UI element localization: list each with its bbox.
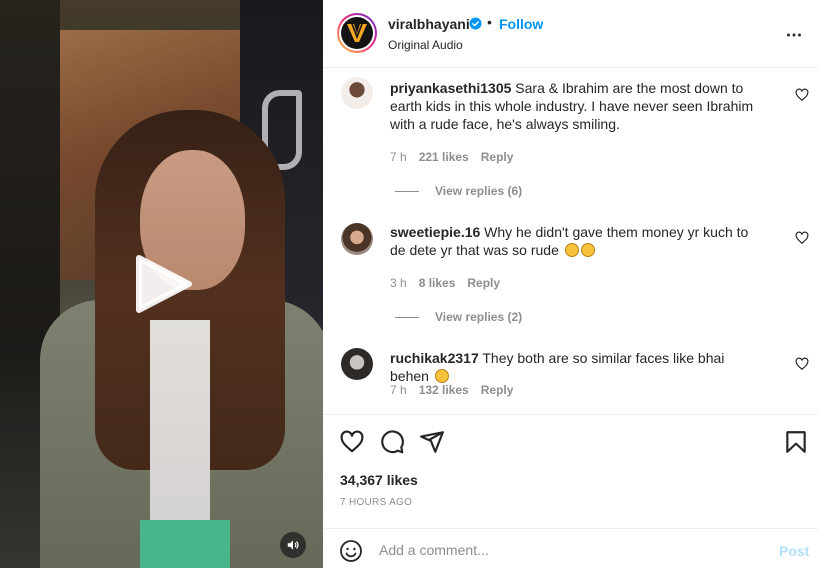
emoji-picker-icon[interactable] (339, 539, 363, 563)
comment-likes[interactable]: 132 likes (419, 383, 469, 397)
likes-count[interactable]: 34,367 likes (340, 472, 418, 488)
audio-toggle-button[interactable] (280, 532, 306, 558)
replies-divider (395, 190, 419, 192)
comment-body: sweetiepie.16 Why he didn't gave them mo… (390, 223, 765, 259)
verified-badge-icon (469, 17, 482, 30)
persevering-face-icon (580, 243, 595, 257)
replies-divider (395, 316, 419, 318)
post-header: viralbhayani • Follow Original Audio (323, 0, 818, 68)
comment-body: priyankasethi1305 Sara & Ibrahim are the… (390, 79, 765, 133)
post-comment-button[interactable]: Post (779, 543, 809, 559)
commenter-username[interactable]: priyankasethi1305 (390, 80, 511, 96)
brand-logo (341, 17, 373, 49)
play-icon (136, 255, 192, 313)
play-button[interactable] (131, 252, 195, 316)
post-video[interactable] (0, 0, 323, 568)
smiling-face-icon (434, 369, 449, 383)
comment-meta: 7 h 221 likes Reply (390, 150, 525, 164)
comment-icon[interactable] (379, 429, 405, 455)
commenter-avatar[interactable] (341, 348, 373, 380)
v-logo-icon (347, 23, 367, 42)
view-replies-button[interactable]: View replies (6) (395, 184, 522, 198)
like-comment-icon[interactable] (795, 357, 809, 371)
comment-body: ruchikak2317 They both are so similar fa… (390, 349, 765, 385)
comment-time[interactable]: 7 h (390, 383, 407, 397)
comment-meta: 7 h 132 likes Reply (390, 383, 525, 397)
like-icon[interactable] (339, 429, 365, 455)
speaker-icon (287, 540, 299, 550)
post-details-panel: viralbhayani • Follow Original Audio pri… (323, 0, 818, 568)
author-avatar[interactable] (337, 13, 377, 53)
reply-button[interactable]: Reply (467, 276, 500, 290)
avatar-ring (339, 15, 375, 51)
save-icon[interactable] (783, 429, 809, 455)
share-icon[interactable] (419, 429, 445, 455)
follow-button[interactable]: Follow (499, 16, 543, 32)
separator-dot: • (487, 14, 492, 30)
comment-time[interactable]: 3 h (390, 276, 407, 290)
comment-likes[interactable]: 221 likes (419, 150, 469, 164)
commenter-username[interactable]: sweetiepie.16 (390, 224, 480, 240)
commenter-avatar[interactable] (341, 77, 373, 109)
comments-list: priyankasethi1305 Sara & Ibrahim are the… (323, 69, 818, 414)
view-replies-button[interactable]: View replies (2) (395, 310, 522, 324)
view-replies-label: View replies (6) (435, 184, 523, 198)
reply-button[interactable]: Reply (481, 150, 514, 164)
more-options-icon[interactable] (783, 24, 805, 46)
comment-meta: 3 h 8 likes Reply (390, 276, 512, 290)
commenter-username[interactable]: ruchikak2317 (390, 350, 479, 366)
author-username[interactable]: viralbhayani (388, 16, 470, 32)
comment-composer: Post (323, 528, 818, 568)
comment-input[interactable] (379, 537, 759, 563)
like-comment-icon[interactable] (795, 88, 809, 102)
comment-likes[interactable]: 8 likes (419, 276, 456, 290)
commenter-avatar[interactable] (341, 223, 373, 255)
persevering-face-icon (564, 243, 579, 257)
audio-label[interactable]: Original Audio (388, 38, 463, 52)
comment-time[interactable]: 7 h (390, 150, 407, 164)
reply-button[interactable]: Reply (481, 383, 514, 397)
like-comment-icon[interactable] (795, 231, 809, 245)
view-replies-label: View replies (2) (435, 310, 523, 324)
post-timestamp[interactable]: 7 HOURS AGO (340, 497, 412, 508)
